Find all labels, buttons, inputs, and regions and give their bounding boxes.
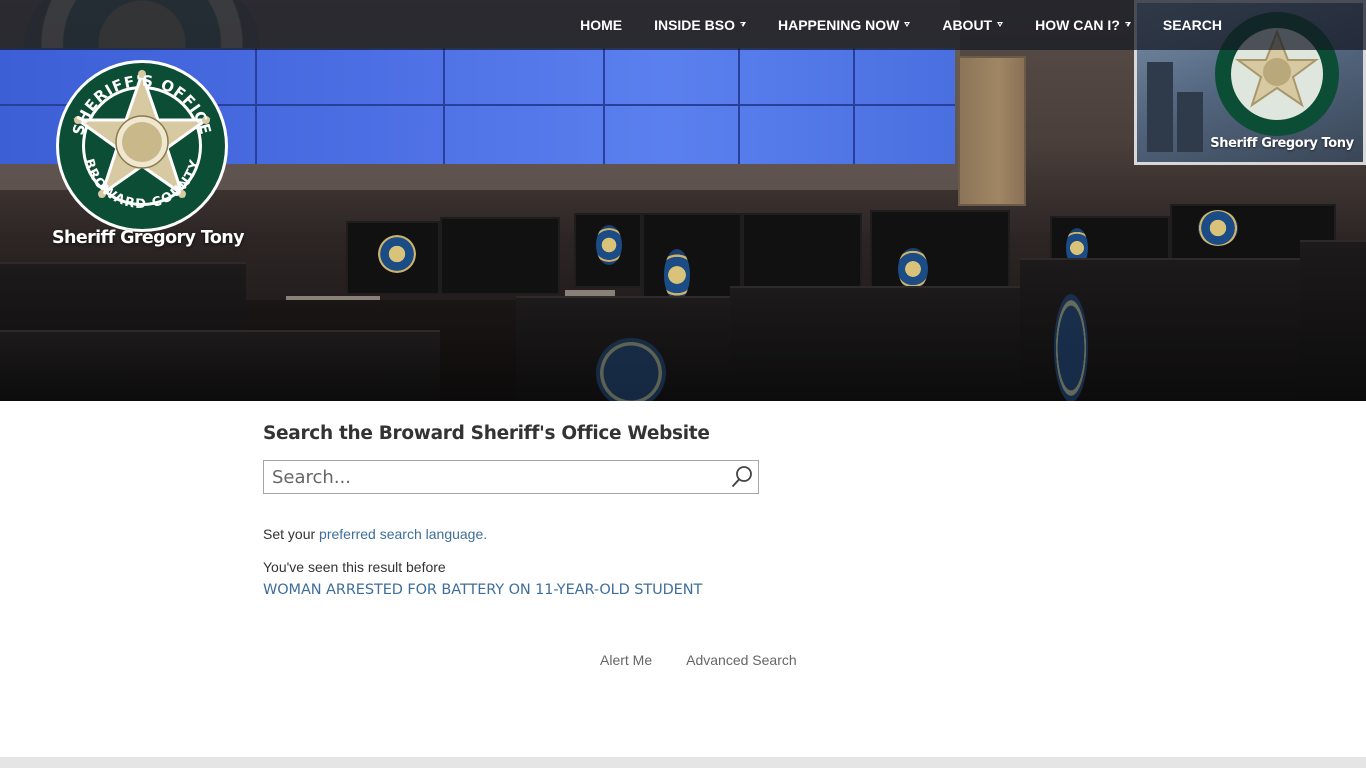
nav-menu: HOME INSIDE BSO HAPPENING NOW ABOUT HOW CAN … xyxy=(564,0,1238,50)
site-logo[interactable]: SHERIFF'S OFFICE BROWARD COUNTY Sheriff … xyxy=(52,58,245,254)
nav-item-label: HOME xyxy=(580,17,623,33)
logo-caption: Sheriff Gregory Tony xyxy=(52,228,245,248)
hero-monitor xyxy=(742,213,862,288)
hero-desk xyxy=(1020,258,1300,401)
chevron-down-icon xyxy=(1124,21,1131,27)
hero-monitor xyxy=(870,210,1010,290)
hero-monitor xyxy=(642,213,742,301)
nav-item-how-can-i[interactable]: HOW CAN I? xyxy=(1019,0,1147,50)
hero-monitor xyxy=(440,217,560,295)
alert-me-link[interactable]: Alert Me xyxy=(600,652,652,668)
search-box xyxy=(263,460,759,494)
nav-item-label: HOW CAN I? xyxy=(1035,17,1120,33)
chevron-down-icon xyxy=(904,21,911,27)
nav-item-happening-now[interactable]: HAPPENING NOW xyxy=(762,0,926,50)
top-navigation: HOME INSIDE BSO HAPPENING NOW ABOUT HOW CAN … xyxy=(0,0,1366,50)
hero-monitor xyxy=(574,213,642,288)
nav-item-label: ABOUT xyxy=(942,17,993,33)
sheriff-badge-icon: SHERIFF'S OFFICE BROWARD COUNTY xyxy=(56,60,228,232)
previous-result-link[interactable]: WOMAN ARRESTED FOR BATTERY ON 11-YEAR-OL… xyxy=(263,582,823,598)
nav-item-label: SEARCH xyxy=(1162,17,1222,33)
nav-item-label: HAPPENING NOW xyxy=(777,17,900,33)
nav-item-inside-bso[interactable]: INSIDE BSO xyxy=(638,0,762,50)
search-main: Search the Broward Sheriff's Office Webs… xyxy=(263,420,823,598)
language-prefix: Set your xyxy=(263,526,316,542)
advanced-search-link[interactable]: Advanced Search xyxy=(686,652,797,668)
nav-item-about[interactable]: ABOUT xyxy=(926,0,1019,50)
hero-desk xyxy=(730,286,1020,401)
chevron-down-icon xyxy=(997,21,1004,27)
page-title: Search the Broward Sheriff's Office Webs… xyxy=(263,423,710,444)
hero-desk xyxy=(516,296,730,401)
hero-door xyxy=(958,56,1026,206)
nav-item-search[interactable]: SEARCH xyxy=(1147,0,1238,50)
nav-item-label: INSIDE BSO xyxy=(654,17,735,33)
hero-desk xyxy=(0,330,440,401)
search-button[interactable] xyxy=(730,465,754,489)
search-actions: Alert Me Advanced Search xyxy=(600,652,831,668)
preferred-language-link[interactable]: preferred search language. xyxy=(319,526,487,542)
seen-before-note: You've seen this result before xyxy=(263,559,446,575)
footer-bar xyxy=(0,757,1366,768)
search-icon xyxy=(731,466,752,488)
nav-item-home[interactable]: HOME xyxy=(564,0,638,50)
hero-screen-caption: Sheriff Gregory Tony xyxy=(1210,136,1354,151)
chevron-down-icon xyxy=(739,21,746,27)
hero-monitor xyxy=(346,221,440,295)
search-input[interactable] xyxy=(264,461,726,493)
language-setting: Set your preferred search language. xyxy=(263,526,823,542)
hero-desk xyxy=(1300,240,1366,401)
